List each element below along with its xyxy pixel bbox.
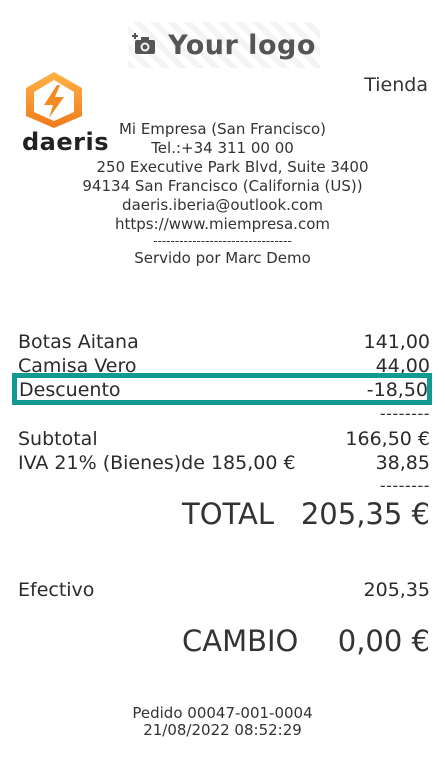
company-info: Mi Empresa (San Francisco) Tel.:+34 311 …	[0, 120, 445, 268]
order-line: Botas Aitana 141,00	[18, 331, 430, 353]
tax-line: IVA 21% (Bienes)de 185,00 € 38,85	[18, 452, 430, 474]
total-label: TOTAL	[182, 497, 274, 531]
discount-highlight	[12, 373, 432, 405]
dash-separator: --------	[379, 476, 430, 495]
order-line-label: Botas Aitana	[18, 331, 139, 353]
payment-label: Efectivo	[18, 579, 95, 601]
company-city: 94134 San Francisco (California (US))	[82, 177, 363, 195]
order-datetime: 21/08/2022 08:52:29	[143, 721, 302, 739]
served-by: Servido por Marc Demo	[134, 249, 311, 267]
logo-placeholder: Your logo	[128, 22, 320, 68]
company-address: 250 Executive Park Blvd, Suite 3400	[96, 158, 369, 176]
company-separator: --------------------------------	[153, 234, 292, 248]
camera-icon	[132, 32, 158, 58]
change-value: 0,00 €	[337, 624, 430, 658]
subtotal-line: Subtotal 166,50 €	[18, 428, 430, 450]
shop-label: Tienda	[364, 74, 428, 96]
tax-value: 38,85	[375, 452, 430, 474]
receipt-footer: Pedido 00047-001-0004 21/08/2022 08:52:2…	[0, 705, 445, 739]
subtotal-label: Subtotal	[18, 428, 98, 450]
company-phone: Tel.:+34 311 00 00	[151, 139, 294, 157]
total-value: 205,35 €	[300, 497, 430, 531]
company-email: daeris.iberia@outlook.com	[122, 196, 323, 214]
change-label: CAMBIO	[182, 624, 299, 658]
company-website: https://www.miempresa.com	[115, 215, 330, 233]
logo-placeholder-text: Your logo	[168, 29, 316, 61]
order-reference: Pedido 00047-001-0004	[132, 704, 313, 722]
company-name: Mi Empresa (San Francisco)	[118, 120, 327, 138]
tax-label: IVA 21% (Bienes)de 185,00 €	[18, 452, 296, 474]
payment-value: 205,35	[363, 579, 430, 601]
payment-line: Efectivo 205,35	[18, 579, 430, 601]
order-line-value: 141,00	[363, 331, 430, 353]
dash-separator: --------	[379, 404, 430, 423]
subtotal-value: 166,50 €	[345, 428, 430, 450]
